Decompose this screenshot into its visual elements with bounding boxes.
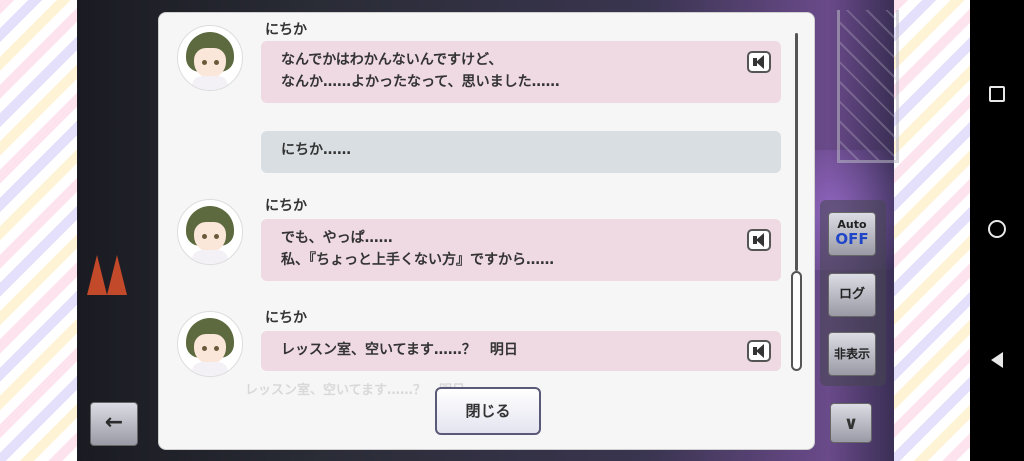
speaker-name: にちか — [265, 22, 307, 38]
log-message: なんでかはわかんないんですけど、 なんか……よかったなって、思いました…… — [261, 41, 781, 103]
log-button[interactable]: ログ — [828, 273, 876, 317]
message-line: でも、やっぱ…… — [281, 230, 393, 246]
hide-button[interactable]: 非表示 — [828, 332, 876, 376]
back-arrow-icon: ← — [104, 410, 124, 435]
message-line: にちか…… — [281, 142, 351, 158]
back-triangle-icon[interactable] — [970, 352, 1024, 372]
recent-apps-icon[interactable] — [970, 86, 1024, 106]
decorative-stripes-right — [894, 0, 971, 461]
log-message-narration: にちか…… — [261, 131, 781, 173]
message-line: レッスン室、空いてます……？ 明日 — [281, 342, 518, 358]
message-line: 私、『ちょっと上手くない方』ですから…… — [281, 252, 554, 268]
traffic-cone — [87, 255, 107, 295]
speaker-name: にちか — [265, 310, 307, 326]
character-avatar — [177, 311, 243, 377]
message-line: なんか……よかったなって、思いました…… — [281, 74, 560, 90]
voice-play-icon[interactable] — [747, 340, 771, 362]
character-avatar — [177, 25, 243, 91]
back-button[interactable]: ← — [90, 402, 138, 446]
home-icon[interactable] — [970, 220, 1024, 242]
message-line: なんでかはわかんないんですけど、 — [281, 52, 503, 68]
scrollbar-track — [795, 33, 798, 271]
close-button[interactable]: 閉じる — [435, 387, 541, 435]
decorative-stripes-left — [0, 0, 77, 461]
auto-button[interactable]: Auto OFF — [828, 212, 876, 256]
log-message: でも、やっぱ…… 私、『ちょっと上手くない方』ですから…… — [261, 219, 781, 281]
faint-background-text: レッスン室、空いてます……？ 明日 — [245, 383, 465, 398]
character-avatar — [177, 199, 243, 265]
voice-play-icon[interactable] — [747, 51, 771, 73]
log-dialog: にちか なんでかはわかんないんですけど、 なんか……よかったなって、思いました…… — [158, 12, 815, 450]
traffic-cone — [107, 255, 127, 295]
android-navigation-bar — [970, 0, 1024, 461]
scrollbar-thumb[interactable] — [791, 271, 802, 371]
speaker-name: にちか — [265, 198, 307, 214]
log-message: レッスン室、空いてます……？ 明日 — [261, 331, 781, 371]
chevron-down-icon[interactable]: ∨ — [830, 403, 872, 443]
log-list[interactable]: にちか なんでかはわかんないんですけど、 なんか……よかったなって、思いました…… — [159, 13, 799, 381]
auto-state: OFF — [835, 230, 869, 248]
voice-play-icon[interactable] — [747, 229, 771, 251]
stage-truss — [837, 10, 899, 163]
